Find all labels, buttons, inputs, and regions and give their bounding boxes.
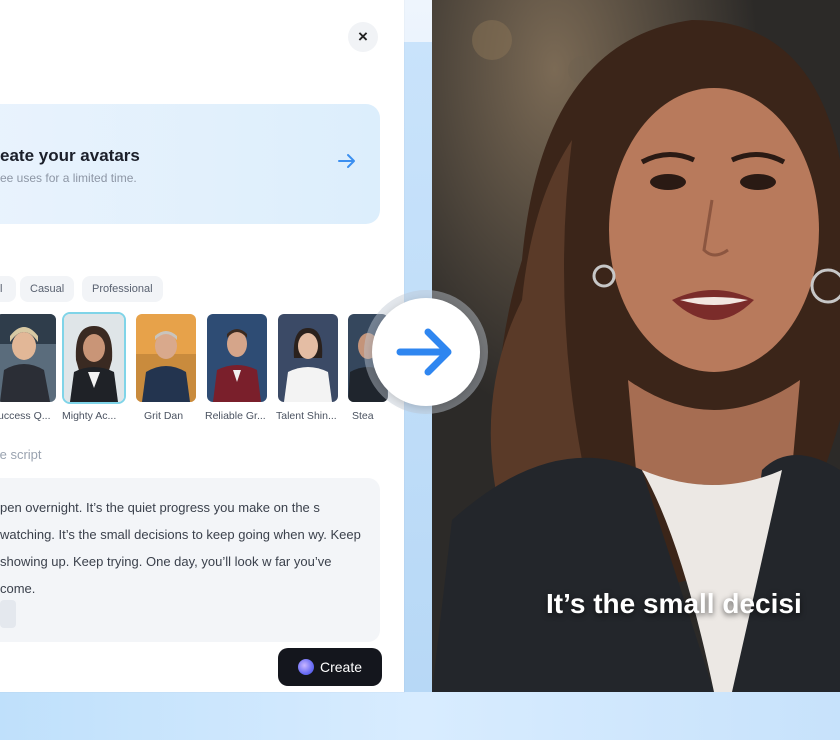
- avatar-name: uccess Q...: [0, 410, 51, 422]
- avatar-creation-panel: × eate your avatars ee uses for a limite…: [0, 0, 404, 692]
- avatar-portrait-image: [64, 314, 124, 402]
- avatar-name: Grit Dan: [144, 410, 184, 422]
- avatar-portrait-image: [278, 314, 338, 402]
- avatar-card-selected[interactable]: [62, 312, 126, 404]
- avatar-portrait-image: [0, 314, 56, 402]
- avatar-name: Reliable Gr...: [205, 410, 266, 422]
- create-button[interactable]: Create: [278, 648, 382, 686]
- create-avatars-banner[interactable]: eate your avatars ee uses for a limited …: [0, 104, 380, 224]
- sparkle-orb-icon: [297, 659, 314, 675]
- script-section-label: te script: [0, 447, 42, 462]
- arrow-right-icon: [396, 328, 452, 376]
- avatar-card[interactable]: [134, 312, 198, 404]
- close-button[interactable]: ×: [348, 22, 378, 52]
- filter-chip-casual[interactable]: Casual: [20, 276, 75, 302]
- avatar-card[interactable]: [0, 312, 58, 404]
- video-subtitle: It’s the small decisi: [546, 588, 802, 619]
- generate-arrow-button[interactable]: [372, 298, 480, 406]
- banner-subtitle: ee uses for a limited time.: [0, 171, 137, 185]
- avatar-card[interactable]: [205, 312, 269, 404]
- avatar-portrait-image: [136, 314, 196, 402]
- filter-chip-all[interactable]: l: [0, 276, 16, 302]
- script-editor[interactable]: pen overnight. It’s the quiet progress y…: [0, 478, 380, 642]
- arrow-right-icon: [338, 154, 355, 168]
- avatar-name: Mighty Ac...: [62, 410, 117, 422]
- avatar-name: Talent Shin...: [276, 410, 337, 422]
- create-button-label: Create: [319, 659, 363, 675]
- bottom-gradient-strip: [0, 688, 840, 740]
- script-text[interactable]: pen overnight. It’s the quiet progress y…: [0, 494, 370, 602]
- banner-title: eate your avatars: [0, 146, 140, 165]
- avatar-portrait-image: [207, 314, 267, 402]
- avatar-card[interactable]: [276, 312, 340, 404]
- avatar-name: Stea: [352, 410, 374, 422]
- script-tool-chip[interactable]: [0, 600, 16, 628]
- filter-chip-professional[interactable]: Professional: [82, 276, 163, 302]
